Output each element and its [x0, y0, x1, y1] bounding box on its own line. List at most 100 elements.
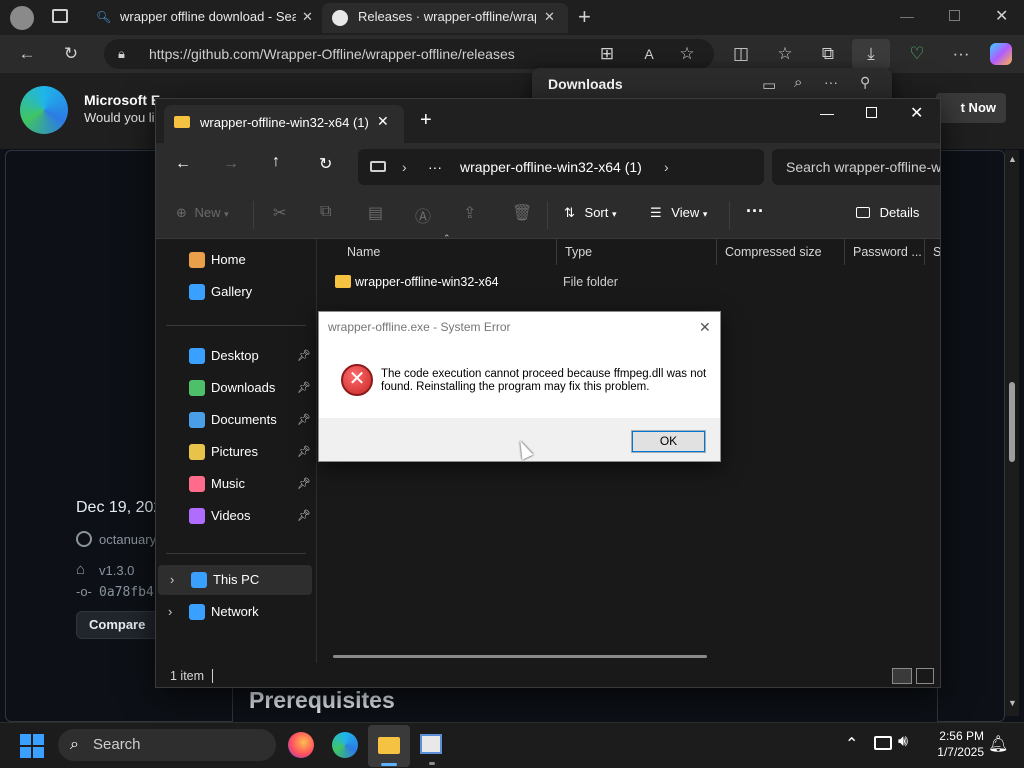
copilot-icon[interactable]: [990, 43, 1012, 65]
ok-button[interactable]: OK: [631, 430, 706, 453]
sidebar-item-this-pc[interactable]: › This PC: [158, 565, 312, 595]
sidebar-item-gallery[interactable]: Gallery: [156, 277, 316, 307]
column-header-type[interactable]: Type: [557, 239, 717, 265]
expand-chevron-icon[interactable]: ›: [170, 565, 174, 595]
new-tab-button[interactable]: +: [578, 4, 591, 30]
app-window-icon[interactable]: [420, 734, 442, 754]
up-icon[interactable]: ↑: [272, 153, 280, 171]
split-screen-icon[interactable]: ◫: [730, 43, 752, 65]
details-pane-button[interactable]: Details: [856, 205, 919, 220]
close-window-icon[interactable]: ✕: [910, 103, 923, 123]
breadcrumb-current[interactable]: wrapper-offline-win32-x64 (1): [460, 149, 642, 185]
file-explorer-taskbar-button[interactable]: [368, 725, 410, 767]
apps-icon[interactable]: ⊞: [596, 43, 618, 65]
browser-tab-releases[interactable]: Releases · wrapper-offline/wrapp ✕: [322, 3, 568, 33]
pin-icon[interactable]: 📌︎: [297, 469, 311, 499]
horizontal-scrollbar[interactable]: [333, 655, 707, 658]
column-header-password[interactable]: Password ...: [845, 239, 925, 265]
tiles-view-icon[interactable]: [916, 668, 934, 684]
favorite-star-icon[interactable]: ☆: [676, 43, 698, 65]
release-tag[interactable]: v1.3.0: [99, 563, 134, 578]
pin-icon[interactable]: 📌︎: [297, 341, 311, 371]
scroll-down-icon[interactable]: ▼: [1008, 698, 1017, 708]
sidebar-item-documents[interactable]: Documents 📌︎: [156, 405, 316, 435]
page-scrollbar[interactable]: ▲ ▼: [1005, 150, 1019, 716]
scroll-up-icon[interactable]: ▲: [1008, 154, 1017, 164]
firefox-icon[interactable]: [288, 732, 314, 758]
close-tab-icon[interactable]: ✕: [302, 3, 313, 31]
sidebar-item-desktop[interactable]: Desktop 📌︎: [156, 341, 316, 371]
notification-bell-icon[interactable]: 🔔︎: [988, 734, 1008, 754]
back-icon[interactable]: ←: [175, 155, 191, 173]
browser-essentials-icon[interactable]: ♡: [906, 43, 928, 65]
sidebar-item-home[interactable]: Home: [156, 245, 316, 275]
pin-icon[interactable]: 📌︎: [297, 373, 311, 403]
sort-button[interactable]: ⇅ Sort ▾: [564, 205, 617, 221]
url-bar[interactable]: 🔒︎ https://github.com/Wrapper-Offline/wr…: [104, 39, 714, 69]
open-folder-icon[interactable]: ▭: [762, 76, 776, 94]
restore-icon[interactable]: [949, 10, 960, 21]
explorer-search-box[interactable]: Search wrapper-offline-w: [772, 149, 940, 185]
browser-tab-search[interactable]: 🔍︎ wrapper offline download - Searc ✕: [86, 3, 322, 33]
explorer-tab[interactable]: wrapper-offline-win32-x64 (1) ✕: [164, 105, 404, 143]
delete-icon[interactable]: 🗑︎: [512, 203, 532, 223]
collections-icon[interactable]: ⧉: [817, 43, 839, 65]
refresh-icon[interactable]: ↻: [319, 154, 332, 174]
details-view-icon[interactable]: [892, 668, 912, 684]
search-downloads-icon[interactable]: ⌕: [794, 74, 802, 91]
rename-icon[interactable]: Ⓐ: [415, 203, 431, 227]
cut-icon[interactable]: ✂: [273, 203, 286, 223]
table-row[interactable]: wrapper-offline-win32-x64 File folder: [327, 269, 927, 295]
address-breadcrumb[interactable]: › ··· wrapper-offline-win32-x64 (1) ›: [358, 149, 764, 185]
read-aloud-icon[interactable]: A: [638, 43, 660, 65]
sidebar-item-pictures[interactable]: Pictures 📌︎: [156, 437, 316, 467]
close-window-icon[interactable]: ✕: [995, 6, 1008, 26]
new-button[interactable]: ⊕ New ▾: [176, 205, 229, 221]
downloads-more-icon[interactable]: ···: [824, 74, 838, 90]
sidebar-item-music[interactable]: Music 📌︎: [156, 469, 316, 499]
forward-icon[interactable]: →: [223, 155, 239, 173]
expand-chevron-icon[interactable]: ›: [168, 597, 172, 627]
show-hidden-icons-chevron[interactable]: ⌃: [845, 734, 858, 754]
close-tab-icon[interactable]: ✕: [544, 3, 555, 31]
edge-icon[interactable]: [332, 732, 358, 758]
sidebar-item-network[interactable]: › Network: [156, 597, 316, 627]
volume-icon[interactable]: 🔊︎: [898, 733, 908, 751]
sidebar-item-downloads[interactable]: Downloads 📌︎: [156, 373, 316, 403]
paste-icon[interactable]: ▤: [368, 203, 383, 223]
close-dialog-icon[interactable]: ✕: [699, 312, 711, 342]
pin-icon[interactable]: 📌︎: [297, 501, 311, 531]
pin-downloads-icon[interactable]: ⚲: [860, 74, 870, 91]
downloads-icon[interactable]: ⤓: [852, 39, 890, 69]
tab-actions-icon[interactable]: [52, 9, 68, 23]
new-tab-button[interactable]: +: [420, 109, 432, 132]
back-icon[interactable]: ←: [16, 43, 38, 65]
favorites-icon[interactable]: ☆: [774, 43, 796, 65]
minimize-icon[interactable]: —: [900, 8, 914, 24]
refresh-icon[interactable]: ↻: [60, 43, 82, 65]
network-tray-icon[interactable]: [874, 736, 892, 750]
column-header-compressed-size[interactable]: Compressed size: [717, 239, 845, 265]
banner-cta-button[interactable]: t Now: [936, 93, 1006, 123]
sidebar-item-videos[interactable]: Videos 📌︎: [156, 501, 316, 531]
pin-icon[interactable]: 📌︎: [297, 437, 311, 467]
release-commit[interactable]: 0a78fb4: [99, 585, 154, 600]
column-header-size[interactable]: Si: [925, 239, 940, 265]
settings-more-icon[interactable]: ···: [950, 43, 972, 65]
maximize-icon[interactable]: [866, 107, 877, 118]
taskbar-search-box[interactable]: ⌕ Search: [58, 729, 276, 761]
see-more-button[interactable]: ···: [746, 201, 764, 222]
start-windows-icon[interactable]: [20, 734, 44, 758]
profile-avatar[interactable]: [10, 6, 34, 30]
close-tab-icon[interactable]: ✕: [377, 113, 389, 130]
pin-icon[interactable]: 📌︎: [297, 405, 311, 435]
column-header-name[interactable]: Name: [339, 239, 557, 265]
view-button[interactable]: ☰ View ▾: [650, 205, 707, 221]
scroll-thumb[interactable]: [1009, 382, 1015, 462]
compare-button[interactable]: Compare: [76, 611, 164, 639]
release-author[interactable]: octanuary: [99, 532, 156, 547]
minimize-icon[interactable]: —: [820, 105, 834, 121]
share-icon[interactable]: ⇪: [463, 203, 476, 223]
clock[interactable]: 2:56 PM 1/7/2025: [928, 728, 984, 760]
copy-icon[interactable]: ⧉: [320, 203, 331, 221]
